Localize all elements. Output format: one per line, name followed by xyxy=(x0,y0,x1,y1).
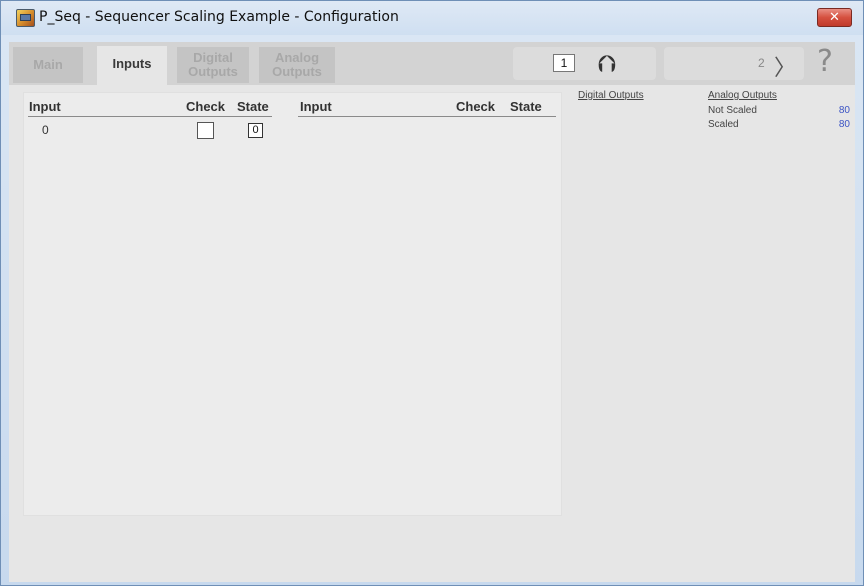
close-button[interactable]: ✕ xyxy=(817,8,852,27)
chevron-right-icon: 〉 xyxy=(774,56,797,81)
next-page-button[interactable]: 2 〉 xyxy=(664,47,804,81)
tab-analog-outputs-label-line1: Analog xyxy=(274,50,320,65)
config-window: P_Seq - Sequencer Scaling Example - Conf… xyxy=(0,0,864,586)
col-header-input-2: Input xyxy=(300,99,332,114)
digital-outputs-link[interactable]: Digital Outputs xyxy=(578,90,644,101)
help-icon[interactable]: ? xyxy=(817,44,833,79)
tab-inputs-label: Inputs xyxy=(112,56,152,71)
title-bar[interactable]: P_Seq - Sequencer Scaling Example - Conf… xyxy=(1,1,863,35)
col-header-state-2: State xyxy=(510,99,542,114)
app-icon xyxy=(16,9,35,27)
tab-main-label: Main xyxy=(33,57,63,72)
header-rule-right xyxy=(298,116,556,117)
col-header-check-2: Check xyxy=(456,99,496,114)
window-title: P_Seq - Sequencer Scaling Example - Conf… xyxy=(39,9,399,25)
scaled-label: Scaled xyxy=(708,119,739,130)
up-arrow-icon[interactable]: ⮉ xyxy=(595,51,619,77)
input-check-box[interactable] xyxy=(197,122,214,139)
tab-inputs[interactable]: Inputs xyxy=(97,46,167,85)
col-header-check: Check xyxy=(186,99,226,114)
tab-digital-outputs-label-line1: Digital xyxy=(193,50,233,65)
client-area: Main Inputs Digital Outputs Analog Outpu… xyxy=(9,42,855,582)
tab-digital-outputs[interactable]: Digital Outputs xyxy=(177,47,249,83)
not-scaled-value: 80 xyxy=(838,105,850,116)
tab-main[interactable]: Main xyxy=(13,47,83,83)
page-number-field[interactable]: 1 xyxy=(553,54,575,72)
scaled-value: 80 xyxy=(838,119,850,130)
input-state-indicator: 0 xyxy=(248,123,263,138)
tab-analog-outputs-label-line2: Outputs xyxy=(272,64,322,79)
input-number: 0 xyxy=(42,123,49,137)
header-rule-left xyxy=(28,116,272,117)
tab-analog-outputs[interactable]: Analog Outputs xyxy=(259,47,335,83)
next-page-number: 2 xyxy=(758,56,765,70)
inputs-panel: Input Check State Input Check State 0 0 xyxy=(23,92,562,516)
tab-bar: Main Inputs Digital Outputs Analog Outpu… xyxy=(9,42,855,85)
col-header-input: Input xyxy=(29,99,61,114)
page-navigator: 1 ⮉ xyxy=(513,47,656,80)
not-scaled-label: Not Scaled xyxy=(708,105,757,116)
tab-digital-outputs-label-line2: Outputs xyxy=(188,64,238,79)
col-header-state: State xyxy=(237,99,269,114)
analog-outputs-link[interactable]: Analog Outputs xyxy=(708,90,777,101)
